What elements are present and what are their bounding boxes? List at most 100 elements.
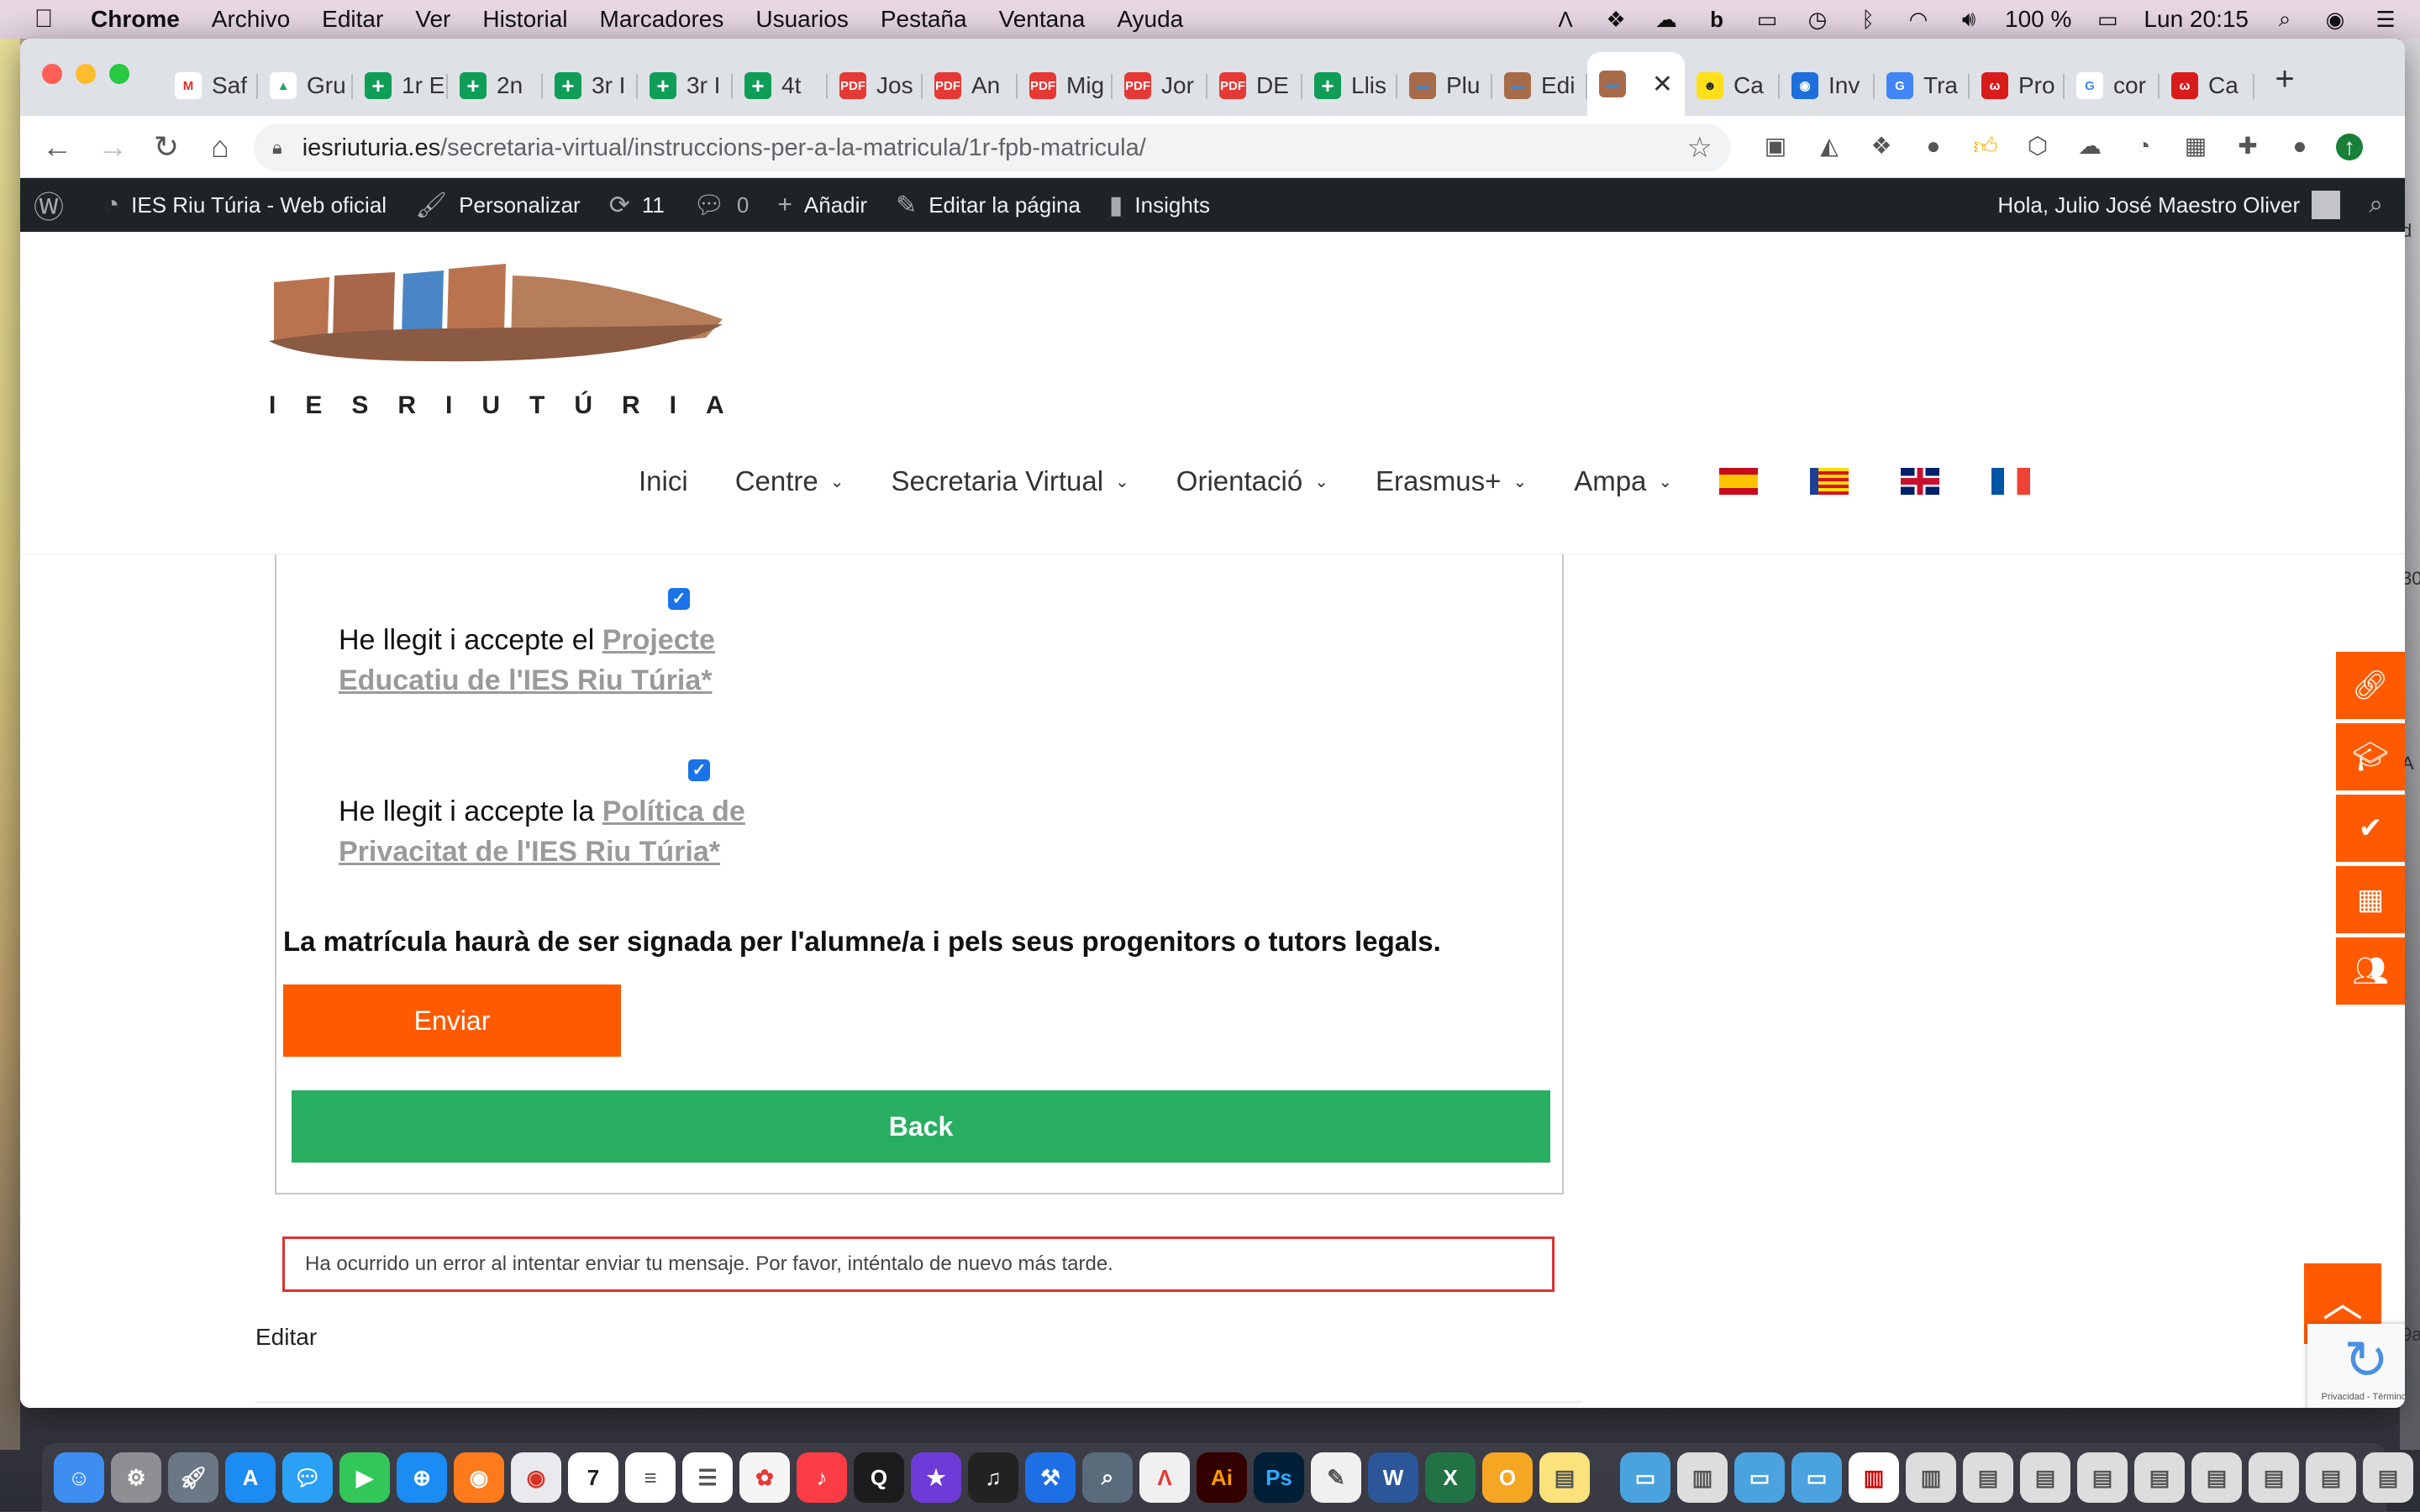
notification-center-icon[interactable]: ☰ — [2371, 7, 2400, 32]
adobe-icon[interactable]: Ʌ — [1551, 7, 1580, 32]
browser-tab[interactable]: ▲ Gru — [258, 59, 353, 113]
excel-icon[interactable]: X — [1425, 1452, 1476, 1503]
extension-image-icon[interactable]: ▣ — [1760, 131, 1791, 163]
time-machine-icon[interactable]: ◷ — [1803, 7, 1832, 32]
bookmark-star-icon[interactable]: ☆ — [1687, 131, 1712, 165]
browser-tab[interactable]: +3r I — [638, 59, 733, 113]
profile-avatar[interactable]: ● — [2284, 131, 2316, 163]
browser-tab[interactable]: ▬ Edi — [1492, 59, 1587, 113]
menu-archivo[interactable]: Archivo — [212, 6, 290, 33]
recaptcha-badge[interactable]: ↻ Privacidad - Términos — [2307, 1324, 2405, 1408]
home-icon[interactable]: ⌂ — [203, 131, 237, 165]
chrome-icon[interactable]: ◉ — [511, 1452, 561, 1503]
imovie-icon[interactable]: ★ — [911, 1452, 961, 1503]
browser-tab[interactable]: PDF Mig — [1018, 59, 1113, 113]
admin-add-new[interactable]: + Añadir — [777, 191, 867, 219]
bluetooth-icon[interactable]: ᛒ — [1854, 7, 1882, 32]
wifi-icon[interactable]: ◠ — [1904, 7, 1933, 32]
safari-icon[interactable]: ⊕ — [397, 1452, 447, 1503]
screenshot-thumbnail-icon[interactable]: ▤ — [2249, 1452, 2299, 1503]
extension-dropbox-icon[interactable]: ❖ — [1865, 131, 1897, 163]
nav-item-secretaria-virtual[interactable]: Secretaria Virtual ⌄ — [892, 465, 1129, 497]
tab-active[interactable]: ▬ ✕ — [1587, 52, 1685, 116]
zoom-window-button[interactable] — [109, 64, 129, 84]
calendar-icon[interactable]: 7 — [568, 1452, 618, 1503]
menu-ver[interactable]: Ver — [415, 6, 450, 33]
illustrator-icon[interactable]: Ai — [1197, 1452, 1247, 1503]
browser-tab[interactable]: +1r E — [353, 59, 448, 113]
nav-item-orientaci[interactable]: Orientació ⌄ — [1176, 465, 1328, 497]
admin-greeting[interactable]: Hola, Julio José Maestro Oliver — [1997, 192, 2300, 218]
photos-icon[interactable]: ✿ — [739, 1452, 790, 1503]
menu-pestana[interactable]: Pestaña — [881, 6, 967, 33]
quicktime-icon[interactable]: Q — [854, 1452, 904, 1503]
garageband-icon[interactable]: ♫ — [968, 1452, 1018, 1503]
dropbox-icon[interactable]: ❖ — [1602, 7, 1630, 32]
edit-link[interactable]: Editar — [255, 1324, 317, 1351]
address-bar[interactable]: 🔒︎ iesriuturia.es/secretaria-virtual/ins… — [254, 124, 1731, 171]
flag-uk-icon[interactable] — [1901, 468, 1940, 495]
extension-apple-icon[interactable]: ● — [1918, 131, 1949, 163]
menu-ventana[interactable]: Ventana — [999, 6, 1086, 33]
browser-tab[interactable]: ◉ Inv — [1780, 59, 1875, 113]
nav-item-centre[interactable]: Centre ⌄ — [735, 465, 844, 497]
apple-menu-icon[interactable]:  — [18, 5, 69, 34]
menu-ayuda[interactable]: Ayuda — [1117, 6, 1183, 33]
users-icon[interactable]: 👥︎ — [2336, 937, 2405, 1005]
preview-icon[interactable]: ⌕ — [1082, 1452, 1133, 1503]
messages-icon[interactable]: 💬︎ — [282, 1452, 333, 1503]
forward-arrow-icon[interactable]: → — [96, 131, 129, 165]
new-tab-button[interactable]: + — [2265, 60, 2304, 99]
admin-comments[interactable]: 💬︎ 0 — [693, 191, 750, 220]
browser-tab[interactable]: G Tra — [1875, 59, 1970, 113]
siri-icon[interactable]: ◉ — [2321, 7, 2349, 32]
menu-editar[interactable]: Editar — [322, 6, 383, 33]
admin-customize[interactable]: 🖌︎ Personalizar — [415, 191, 581, 220]
document-thumbnail-icon[interactable]: ▥ — [1849, 1452, 1899, 1503]
search-icon[interactable]: ⌕ — [2369, 191, 2383, 219]
screenshot-thumbnail-icon[interactable]: ▤ — [2134, 1452, 2185, 1503]
menu-app-chrome[interactable]: Chrome — [91, 6, 180, 33]
extension-thumb-icon[interactable]: 👍︎ — [1970, 131, 2002, 163]
music-icon[interactable]: ♪ — [797, 1452, 847, 1503]
app-store-icon[interactable]: A — [225, 1452, 276, 1503]
document-thumbnail-icon[interactable]: ▥ — [1677, 1452, 1728, 1503]
facetime-icon[interactable]: ▶ — [339, 1452, 390, 1503]
back-button[interactable]: Back — [292, 1090, 1550, 1163]
browser-tab[interactable]: ☻ Ca — [1685, 59, 1780, 113]
graduation-cap-icon[interactable]: 🎓︎ — [2336, 723, 2405, 790]
building-icon[interactable]: ▦ — [2336, 866, 2405, 933]
lock-icon[interactable]: 🔒︎ — [272, 137, 282, 159]
airplay-icon[interactable]: ▭ — [1753, 7, 1781, 32]
browser-tab[interactable]: PDF An — [923, 59, 1018, 113]
reminders-icon[interactable]: ☰ — [682, 1452, 733, 1503]
word-icon[interactable]: W — [1368, 1452, 1418, 1503]
extension-adblock-icon[interactable]: ⬡ — [2022, 131, 2054, 163]
browser-tab[interactable]: Gcor — [2065, 59, 2160, 113]
screenshot-thumbnail-icon[interactable]: ▤ — [2363, 1452, 2413, 1503]
outlook-icon[interactable]: O — [1482, 1452, 1533, 1503]
admin-insights[interactable]: ▮ Insights — [1109, 191, 1210, 220]
screenshot-thumbnail-icon[interactable]: ▤ — [2020, 1452, 2070, 1503]
accept-privacitat-checkbox[interactable]: ✓ — [688, 759, 710, 781]
checkmark-icon[interactable]: ✔ — [2336, 795, 2405, 862]
browser-tab[interactable]: + Llis — [1302, 59, 1397, 113]
flag-spain-icon[interactable] — [1719, 468, 1759, 495]
screenshot-thumbnail-icon[interactable]: ▤ — [2077, 1452, 2128, 1503]
menu-usuarios[interactable]: Usuarios — [755, 6, 848, 33]
minimize-window-button[interactable] — [76, 64, 96, 84]
back-arrow-icon[interactable]: ← — [40, 131, 74, 165]
extension-grid-icon[interactable]: ▦ — [2180, 131, 2212, 163]
photoshop-icon[interactable]: Ps — [1254, 1452, 1304, 1503]
browser-tab[interactable]: ▬ Plu — [1397, 59, 1492, 113]
menu-marcadores[interactable]: Marcadores — [600, 6, 724, 33]
spotlight-search-icon[interactable]: ⌕ — [2270, 6, 2299, 32]
system-preferences-icon[interactable]: ⚙ — [111, 1452, 161, 1503]
browser-tab[interactable]: PDF DE — [1207, 59, 1302, 113]
wordpress-logo-icon[interactable]: Ⓦ — [34, 183, 76, 227]
link-icon[interactable]: 🔗︎ — [2336, 652, 2405, 719]
acrobat-icon[interactable]: Ʌ — [1139, 1452, 1190, 1503]
launchpad-icon[interactable]: 🚀︎ — [168, 1452, 218, 1503]
nav-item-ampa[interactable]: Ampa ⌄ — [1574, 465, 1672, 497]
close-tab-icon[interactable]: ✕ — [1652, 70, 1673, 99]
